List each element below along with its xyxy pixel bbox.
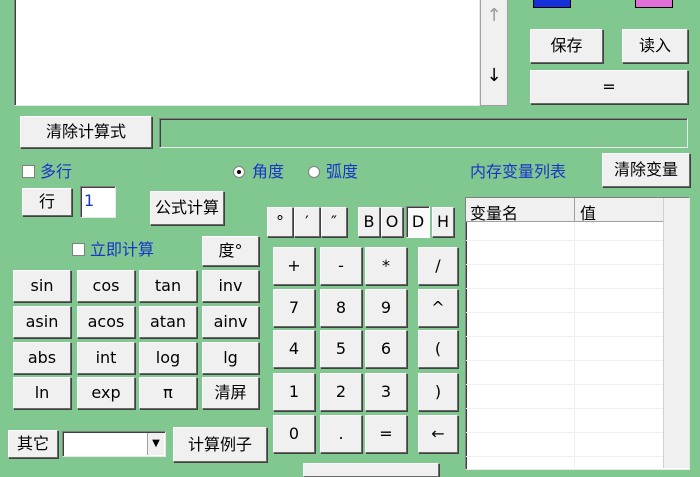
num-key-7[interactable]: 7 [273,289,315,327]
toolbar-blue-icon[interactable] [533,0,571,8]
num-key-9[interactable]: 9 [365,289,407,327]
func-key-lg[interactable]: lg [202,342,259,374]
toolbar-pink-icon[interactable] [635,0,673,8]
variable-table-scrollbar[interactable] [663,198,689,468]
table-row-line [466,360,663,361]
func-key-pi[interactable]: π [139,377,197,409]
result-scrollbar[interactable]: ↑ ↓ [480,0,508,106]
base-decimal-key[interactable]: D [406,206,430,238]
base-hex-key[interactable]: H [432,207,454,237]
func-key-sin[interactable]: sin [13,270,71,302]
radian-label: 弧度 [326,162,359,181]
load-button[interactable]: 读入 [622,29,688,63]
result-textarea[interactable] [14,0,480,106]
func-key-ainv[interactable]: ainv [202,306,259,338]
table-row-line [466,384,663,385]
row-input[interactable]: 1 [80,186,116,218]
formula-calc-button[interactable]: 公式计算 [150,191,224,225]
table-row-line [466,432,663,433]
func-key-int[interactable]: int [77,342,135,374]
angle-minute-key[interactable]: ′ [294,207,320,237]
variable-table[interactable]: 变量名 值 [465,197,690,470]
num-key-3[interactable]: 3 [365,373,407,411]
instant-calc-label: 立即计算 [90,240,155,259]
num-key-1[interactable]: 1 [273,373,315,411]
clear-expression-button[interactable]: 清除计算式 [20,116,152,148]
func-key-acos[interactable]: acos [77,306,135,338]
angle-degree-key[interactable]: ° [267,207,293,237]
table-row-line [466,456,663,457]
angle-second-key[interactable]: ″ [321,207,347,237]
multiline-checkbox[interactable] [22,165,35,178]
multiline-label: 多行 [40,162,73,181]
column-divider [574,198,575,222]
base-binary-key[interactable]: B [358,207,380,237]
table-row-line [466,336,663,337]
expression-field[interactable] [159,118,688,148]
num-key-equals[interactable]: = [365,415,407,453]
chevron-down-icon[interactable]: ▼ [147,433,164,455]
table-row-line [466,288,663,289]
instant-calc-checkbox[interactable] [72,243,85,256]
num-key-8[interactable]: 8 [320,289,362,327]
num-key-divide[interactable]: / [418,247,458,285]
other-button[interactable]: 其它 [8,430,58,458]
num-key-lparen[interactable]: ( [418,330,458,368]
func-key-cos[interactable]: cos [77,270,135,302]
func-key-exp[interactable]: exp [77,377,135,409]
num-key-0[interactable]: 0 [273,415,315,453]
clear-variables-button[interactable]: 清除变量 [602,153,690,187]
base-octal-key[interactable]: O [381,207,403,237]
func-key-atan[interactable]: atan [139,306,197,338]
num-key-2[interactable]: 2 [320,373,362,411]
column-header-value[interactable]: 值 [580,200,660,223]
deg-symbol-button[interactable]: 度° [202,236,259,266]
func-key-abs[interactable]: abs [13,342,71,374]
variable-table-header: 变量名 值 [466,198,663,223]
table-row-line [466,408,663,409]
bottom-hidden-button[interactable] [303,463,439,477]
num-key-power[interactable]: ^ [418,289,458,327]
num-key-minus[interactable]: - [320,247,362,285]
row-button[interactable]: 行 [22,188,72,216]
func-key-inv[interactable]: inv [202,270,259,302]
num-key-plus[interactable]: + [273,247,315,285]
radian-radio[interactable] [308,166,320,178]
num-key-backspace[interactable]: ← [418,415,458,453]
func-key-log[interactable]: log [139,342,197,374]
scroll-up-icon[interactable]: ↑ [481,3,507,29]
func-key-ln[interactable]: ln [13,377,71,409]
func-key-clear-screen[interactable]: 清屏 [202,377,259,409]
num-key-multiply[interactable]: * [365,247,407,285]
equals-main-button[interactable]: = [530,70,688,104]
variable-list-title: 内存变量列表 [470,162,567,181]
degree-radio[interactable] [233,166,245,178]
table-row-line [466,240,663,241]
table-row-line [466,312,663,313]
example-calc-button[interactable]: 计算例子 [173,427,267,462]
func-key-tan[interactable]: tan [139,270,197,302]
num-key-5[interactable]: 5 [320,330,362,368]
func-key-asin[interactable]: asin [13,306,71,338]
num-key-rparen[interactable]: ) [418,373,458,411]
save-button[interactable]: 保存 [530,29,603,63]
other-select[interactable]: ▼ [62,431,166,457]
table-column-line [574,222,575,468]
column-header-name[interactable]: 变量名 [470,200,574,223]
num-key-6[interactable]: 6 [365,330,407,368]
degree-label: 角度 [252,162,285,181]
scroll-down-icon[interactable]: ↓ [481,63,507,89]
table-row-line [466,264,663,265]
num-key-dot[interactable]: . [320,415,362,453]
num-key-4[interactable]: 4 [273,330,315,368]
